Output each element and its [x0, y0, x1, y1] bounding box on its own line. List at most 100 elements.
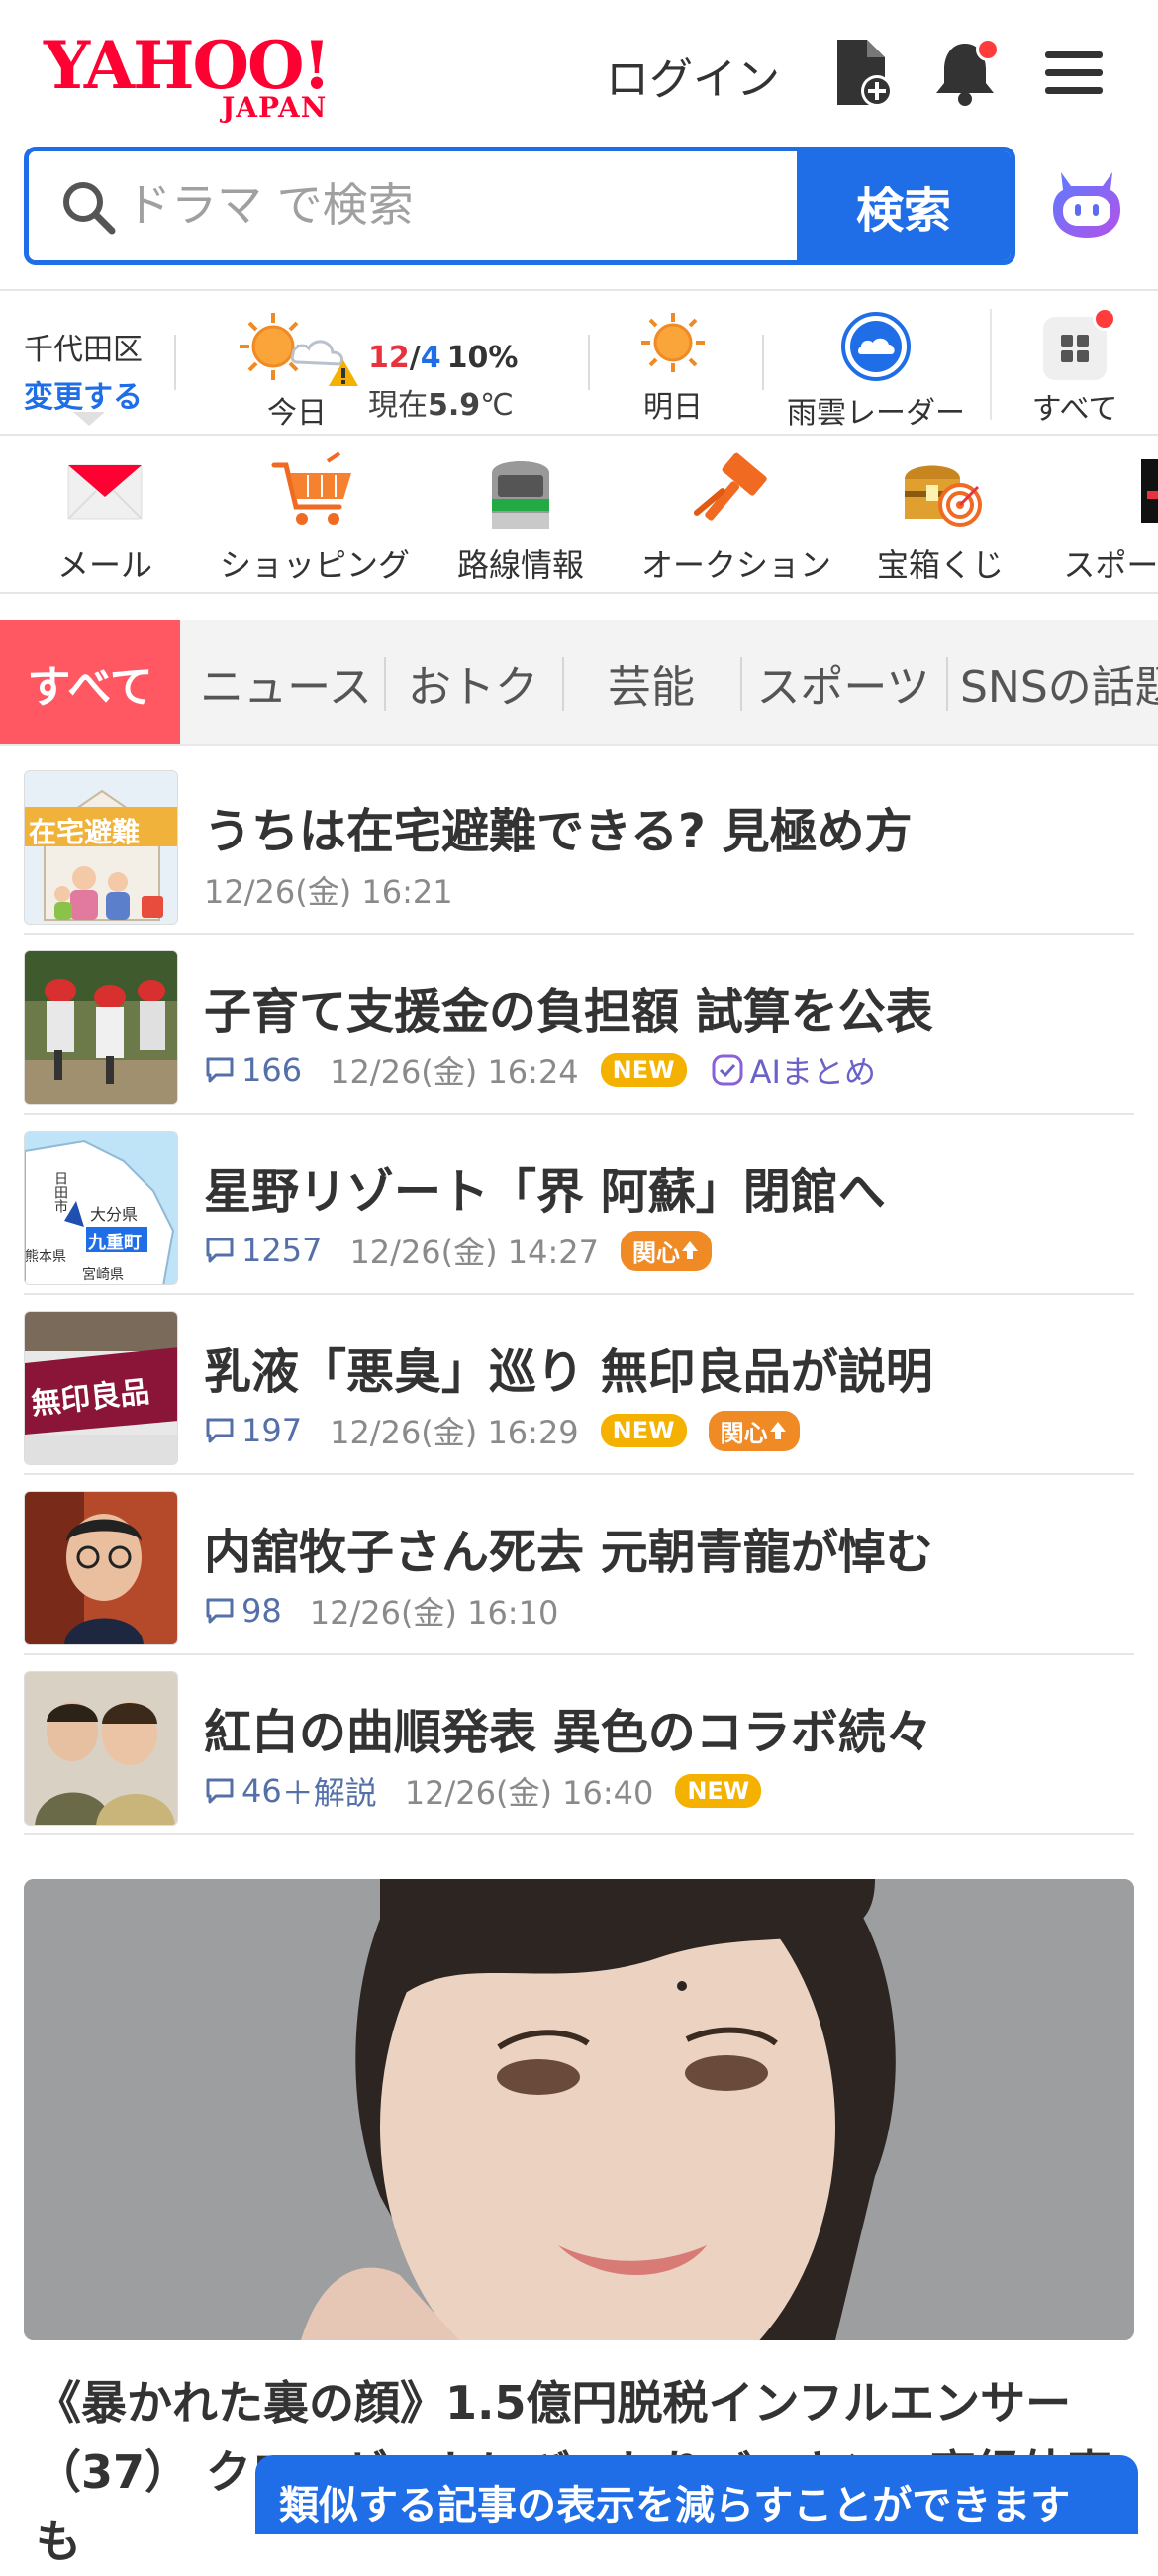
weather-all[interactable]: すべて [990, 307, 1158, 427]
tab-deals[interactable]: おトク [388, 620, 558, 744]
radar-label: 雨雲レーダー [787, 396, 965, 431]
today-label: 今日 [267, 396, 327, 431]
news-time: 12/26(金) 16:21 [204, 873, 453, 911]
category-tabs: すべて ニュース おトク 芸能 スポーツ SNSの話題 [0, 620, 1158, 746]
search-box: 検索 [24, 147, 1015, 265]
comment-count[interactable]: 1257 [204, 1232, 322, 1269]
all-label: すべて [1031, 392, 1118, 427]
tab-divider [562, 657, 564, 711]
news-thumbnail: 九重町 大分県 日田市 熊本県 宮崎県 [24, 1131, 178, 1285]
news-item[interactable]: 九重町 大分県 日田市 熊本県 宮崎県 星野リゾート「界 阿蘇」閉館へ 1257… [24, 1115, 1134, 1295]
news-meta: 12/26(金) 16:21 [204, 867, 453, 913]
news-time: 12/26(金) 16:40 [404, 1774, 654, 1812]
news-time: 12/26(金) 16:29 [330, 1414, 579, 1451]
news-meta: 197 12/26(金) 16:29 NEW 関心 [204, 1408, 800, 1453]
weather-tomorrow[interactable]: 明日 [633, 311, 713, 426]
radar-icon [841, 312, 911, 381]
interest-badge: 関心 [708, 1410, 800, 1451]
service-label: ショッピング [220, 546, 411, 584]
rain-probability: 10% [446, 341, 519, 375]
comment-count[interactable]: 46 ＋解説 [204, 1768, 377, 1814]
tab-sports[interactable]: スポーツ [744, 620, 942, 744]
news-meta: 1257 12/26(金) 14:27 関心 [204, 1228, 713, 1273]
tab-all[interactable]: すべて [0, 620, 180, 744]
news-thumbnail [24, 1491, 178, 1645]
feature-image[interactable] [24, 1879, 1134, 2340]
train-icon [476, 451, 565, 531]
tab-entertainment[interactable]: 芸能 [566, 620, 736, 744]
weather-strip: 千代田区 変更する 12/4 10% 現在5.9℃ 今日 明日 雨雲レーダー す… [0, 289, 1158, 436]
news-item[interactable]: 在宅避難 うちは在宅避難できる? 見極め方 12/26(金) 16:21 [24, 754, 1134, 935]
header: YAHOO! JAPAN ログイン ドラマ で検索 検索 [0, 0, 1158, 287]
document-add-icon[interactable] [825, 36, 899, 109]
ai-assistant-icon[interactable] [1047, 164, 1126, 244]
comment-icon [206, 1418, 234, 1443]
service-shortcuts: メール ショッピング 路線情報 オークション 宝箱くじ スポー [0, 436, 1158, 594]
login-link[interactable]: ログイン [606, 44, 780, 107]
comment-number: 98 [241, 1592, 282, 1630]
weather-today[interactable]: 12/4 10% 現在5.9℃ 今日 [234, 311, 531, 431]
temp-slash: / [409, 341, 421, 375]
comment-icon [206, 1778, 234, 1804]
divider [174, 335, 176, 390]
comment-icon [206, 1598, 234, 1624]
trending-up-icon [682, 1241, 699, 1259]
menu-icon[interactable] [1037, 36, 1110, 109]
service-transit[interactable]: 路線情報 [453, 451, 588, 586]
news-item[interactable]: 子育て支援金の負担額 試算を公表 166 12/26(金) 16:24 NEW … [24, 935, 1134, 1115]
search-button[interactable]: 検索 [797, 151, 1011, 260]
service-treasure[interactable]: 宝箱くじ [877, 451, 1005, 586]
service-label: スポーツ [1063, 546, 1158, 584]
interest-badge: 関心 [621, 1230, 713, 1271]
news-title: 星野リゾート「界 阿蘇」閉館へ [204, 1164, 886, 1220]
divider [588, 335, 590, 390]
ai-summary-link[interactable]: AIまとめ [711, 1047, 876, 1093]
hide-similar-toast[interactable]: 類似する記事の表示を減らすことができます [255, 2455, 1138, 2534]
service-label: メール [56, 546, 152, 584]
news-item[interactable]: 紅白の曲順発表 異色のコラボ続々 46 ＋解説 12/26(金) 16:40 N… [24, 1655, 1134, 1835]
service-auction[interactable]: オークション [641, 451, 831, 586]
search-field [29, 151, 797, 260]
interest-label: 関心 [632, 1238, 681, 1267]
news-item[interactable]: 内舘牧子さん死去 元朝青龍が悼む 98 12/26(金) 16:10 [24, 1475, 1134, 1655]
mail-icon [60, 451, 149, 531]
change-area-link[interactable]: 変更する [24, 372, 143, 416]
ai-summary-label: AIまとめ [749, 1053, 876, 1091]
logo-sub-text: JAPAN [222, 91, 328, 124]
thumbnail-text: 在宅避難 [29, 816, 141, 848]
news-time: 12/26(金) 14:27 [349, 1234, 600, 1271]
service-label: 路線情報 [456, 546, 584, 584]
weather-area[interactable]: 千代田区 変更する [24, 325, 143, 416]
search-input[interactable] [124, 169, 718, 241]
comment-count[interactable]: 166 [204, 1051, 302, 1089]
notification-dot [1093, 307, 1116, 331]
low-temp: 4 [420, 341, 441, 375]
yahoo-japan-logo[interactable]: YAHOO! JAPAN [44, 30, 360, 124]
tab-sns[interactable]: SNSの話題 [948, 620, 1158, 744]
rain-radar[interactable]: 雨雲レーダー [782, 311, 970, 432]
comment-number: 166 [241, 1051, 303, 1089]
map-label-kumamoto: 熊本県 [25, 1249, 66, 1265]
shopping-cart-icon [268, 451, 357, 531]
news-item[interactable]: 無印良品 乳液「悪臭」巡り 無印良品が説明 197 12/26(金) 16:29… [24, 1295, 1134, 1475]
service-shopping[interactable]: ショッピング [220, 451, 411, 586]
bell-icon[interactable] [928, 36, 1002, 109]
comment-count[interactable]: 98 [204, 1592, 282, 1630]
now-unit: ℃ [480, 388, 514, 423]
notification-dot [976, 38, 1000, 61]
comment-number: 46 [241, 1772, 282, 1810]
comment-count[interactable]: 197 [204, 1412, 302, 1449]
news-title: うちは在宅避難できる? 見極め方 [204, 804, 913, 859]
service-sports[interactable]: スポーツ [1057, 451, 1158, 586]
sunny-icon [641, 313, 705, 372]
service-mail[interactable]: メール [55, 451, 154, 586]
map-label-oita: 大分県 [90, 1205, 139, 1224]
news-thumbnail: 在宅避難 [24, 770, 178, 925]
treasure-box-icon [895, 451, 984, 531]
map-label-kokonoe: 九重町 [88, 1233, 142, 1253]
news-title: 乳液「悪臭」巡り 無印良品が説明 [204, 1344, 933, 1400]
tab-news[interactable]: ニュース [192, 620, 380, 744]
new-badge: NEW [600, 1414, 687, 1447]
service-label: 宝箱くじ [877, 546, 1005, 584]
sports-icon [1082, 451, 1158, 531]
